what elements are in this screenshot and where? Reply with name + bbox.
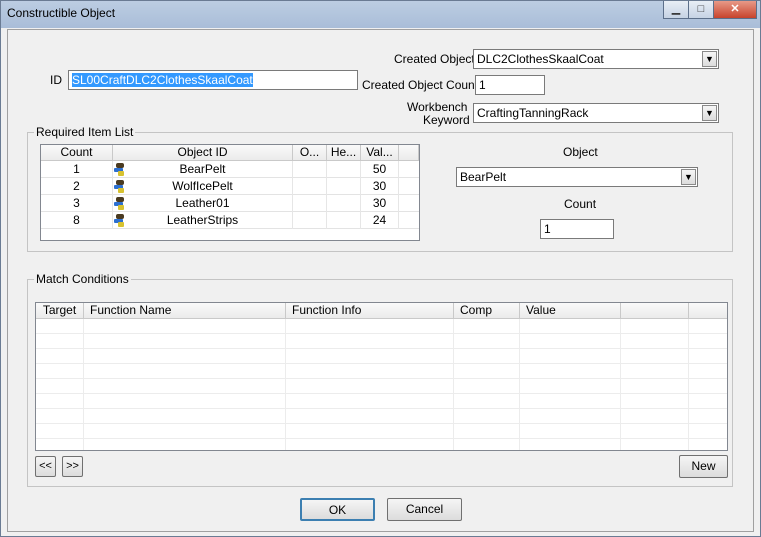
o-cell: [293, 212, 327, 229]
o-cell: [293, 195, 327, 212]
previous-button[interactable]: <<: [35, 456, 56, 477]
val-cell: 50: [361, 161, 399, 178]
table-row[interactable]: 2 WolfIcePelt 30: [41, 178, 419, 195]
maximize-icon: □: [697, 3, 705, 15]
required-item-list-title: Required Item List: [34, 125, 136, 139]
workbench-keyword-label-line2: Keyword: [423, 113, 470, 127]
he-cell: [327, 195, 361, 212]
cancel-button[interactable]: Cancel: [387, 498, 462, 521]
minimize-icon: ▁: [671, 3, 681, 15]
table-row[interactable]: 8 LeatherStrips 24: [41, 212, 419, 229]
item-icon: [113, 180, 126, 193]
object-value: BearPelt: [460, 170, 507, 184]
created-object-label: Created Object: [394, 52, 475, 66]
column-header-extra[interactable]: [621, 303, 689, 319]
item-count-value: 1: [544, 222, 551, 236]
created-object-select[interactable]: DLC2ClothesSkaalCoat ▼: [473, 49, 719, 69]
column-header-target[interactable]: Target: [36, 303, 84, 319]
new-button[interactable]: New: [679, 455, 728, 478]
val-cell: 30: [361, 178, 399, 195]
object-label: Object: [563, 145, 598, 159]
column-header-count[interactable]: Count: [41, 145, 113, 161]
created-object-count-label: Created Object Count: [362, 78, 479, 92]
column-header-filler: [689, 303, 727, 319]
object-id-text: Leather01: [175, 196, 230, 210]
created-object-count-field[interactable]: 1: [475, 75, 545, 95]
item-icon: [113, 214, 126, 227]
required-item-list-group: Required Item List Count Object ID O... …: [27, 125, 733, 252]
required-items-table[interactable]: Count Object ID O... He... Val... 1 Bear…: [40, 144, 420, 241]
column-header-function-info[interactable]: Function Info: [286, 303, 454, 319]
object-id-text: WolfIcePelt: [172, 179, 233, 193]
match-conditions-group: Match Conditions Target Function Name Fu…: [27, 272, 733, 487]
workbench-keyword-label-line1: Workbench: [407, 100, 468, 114]
he-cell: [327, 178, 361, 195]
column-header-val[interactable]: Val...: [361, 145, 399, 161]
object-id-cell: LeatherStrips: [113, 212, 293, 229]
id-label: ID: [50, 73, 62, 87]
id-value: SL00CraftDLC2ClothesSkaalCoat: [72, 73, 253, 87]
item-icon: [113, 197, 126, 210]
object-id-cell: BearPelt: [113, 161, 293, 178]
created-object-count-value: 1: [479, 78, 486, 92]
o-cell: [293, 161, 327, 178]
object-select[interactable]: BearPelt ▼: [456, 167, 698, 187]
val-cell: 30: [361, 195, 399, 212]
column-header-function-name[interactable]: Function Name: [84, 303, 286, 319]
maximize-button[interactable]: □: [688, 1, 714, 19]
workbench-keyword-value: CraftingTanningRack: [477, 106, 589, 120]
val-cell: 24: [361, 212, 399, 229]
count-cell: 3: [41, 195, 113, 212]
column-header-filler: [399, 145, 419, 161]
id-field[interactable]: SL00CraftDLC2ClothesSkaalCoat: [68, 70, 358, 90]
count-cell: 1: [41, 161, 113, 178]
column-header-value[interactable]: Value: [520, 303, 621, 319]
close-button[interactable]: ✕: [713, 1, 757, 19]
column-header-o[interactable]: O...: [293, 145, 327, 161]
chevron-down-icon[interactable]: ▼: [702, 105, 717, 121]
object-id-text: LeatherStrips: [166, 213, 239, 227]
column-header-comp[interactable]: Comp: [454, 303, 520, 319]
column-header-object-id[interactable]: Object ID: [113, 145, 293, 161]
next-button[interactable]: >>: [62, 456, 83, 477]
close-icon: ✕: [730, 3, 740, 15]
count-label: Count: [564, 197, 597, 211]
table-row[interactable]: 3 Leather01 30: [41, 195, 419, 212]
chevron-down-icon[interactable]: ▼: [681, 169, 696, 185]
chevron-down-icon[interactable]: ▼: [702, 51, 717, 67]
count-cell: 2: [41, 178, 113, 195]
table-row[interactable]: 1 BearPelt 50: [41, 161, 419, 178]
object-id-cell: WolfIcePelt: [113, 178, 293, 195]
item-count-field[interactable]: 1: [540, 219, 614, 239]
he-cell: [327, 212, 361, 229]
item-icon: [113, 163, 126, 176]
minimize-button[interactable]: ▁: [663, 1, 689, 19]
workbench-keyword-select[interactable]: CraftingTanningRack ▼: [473, 103, 719, 123]
he-cell: [327, 161, 361, 178]
object-id-text: BearPelt: [179, 162, 226, 176]
empty-grid-lines: [36, 319, 727, 450]
title-bar: Constructible Object ▁ □ ✕: [1, 1, 760, 28]
object-id-cell: Leather01: [113, 195, 293, 212]
count-cell: 8: [41, 212, 113, 229]
ok-button[interactable]: OK: [300, 498, 375, 521]
created-object-value: DLC2ClothesSkaalCoat: [477, 52, 604, 66]
o-cell: [293, 178, 327, 195]
window-title: Constructible Object: [7, 6, 116, 20]
constructible-object-window: Constructible Object ▁ □ ✕ ID SL00CraftD…: [0, 0, 761, 537]
column-header-he[interactable]: He...: [327, 145, 361, 161]
match-conditions-table[interactable]: Target Function Name Function Info Comp …: [35, 302, 728, 451]
match-conditions-title: Match Conditions: [34, 272, 131, 286]
dialog-body: ID SL00CraftDLC2ClothesSkaalCoat Created…: [7, 29, 754, 532]
